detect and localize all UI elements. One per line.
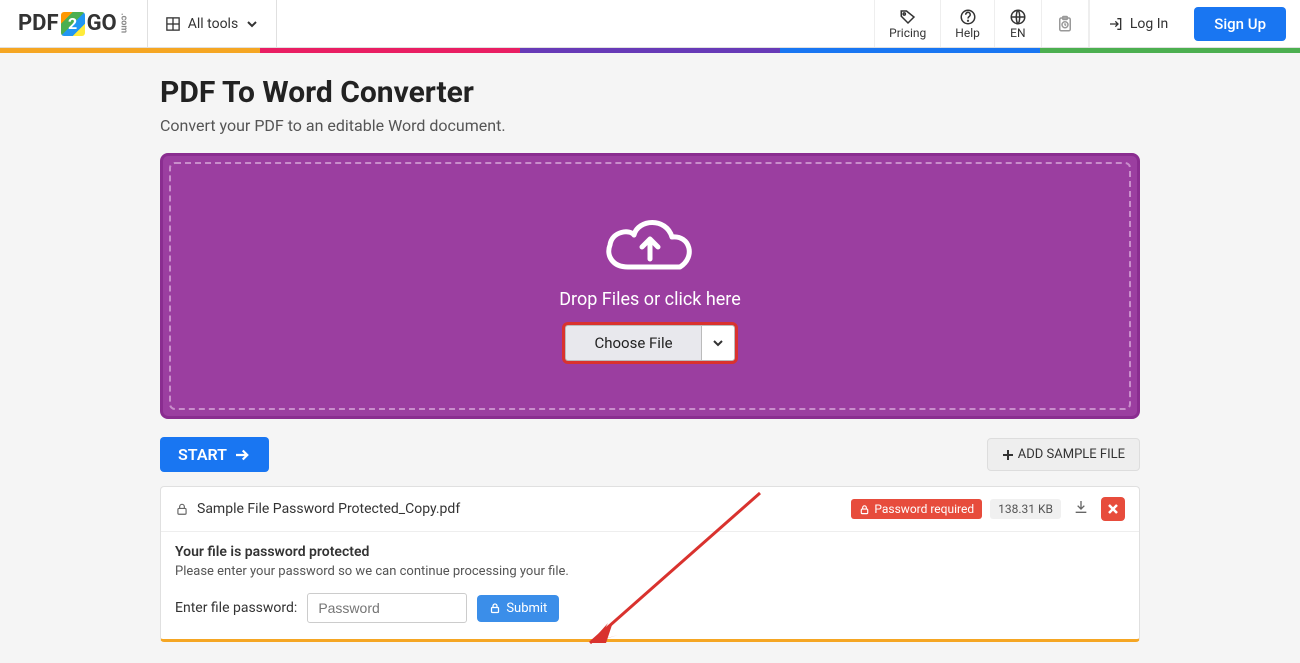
arrow-right-icon: [233, 446, 251, 464]
password-row: Enter file password: Submit: [175, 593, 1125, 623]
add-sample-button[interactable]: ADD SAMPLE FILE: [987, 438, 1140, 471]
password-title: Your file is password protected: [175, 544, 1125, 560]
chevron-down-icon: [246, 18, 258, 30]
help-icon: [959, 8, 977, 26]
plus-icon: [1002, 449, 1014, 461]
download-button[interactable]: [1069, 497, 1093, 521]
choose-file-wrap: Choose File: [562, 322, 737, 364]
file-card: Sample File Password Protected_Copy.pdf …: [160, 486, 1140, 642]
nav-language-label: EN: [1010, 26, 1025, 40]
login-icon: [1108, 16, 1124, 32]
dropzone-inner[interactable]: Drop Files or click here Choose File: [169, 162, 1131, 410]
page-title: PDF To Word Converter: [160, 75, 1140, 110]
file-row: Sample File Password Protected_Copy.pdf …: [161, 487, 1139, 532]
tag-icon: [899, 8, 917, 26]
download-icon: [1073, 499, 1089, 515]
password-label: Enter file password:: [175, 600, 297, 616]
password-required-label: Password required: [874, 502, 974, 516]
grid-icon: [166, 17, 180, 31]
password-required-badge: Password required: [851, 499, 982, 519]
logo-sub: .com: [119, 13, 129, 33]
file-size: 138.31 KB: [990, 499, 1061, 519]
drop-text: Drop Files or click here: [559, 289, 741, 310]
actions-row: START ADD SAMPLE FILE: [160, 437, 1140, 472]
login-label: Log In: [1130, 16, 1168, 32]
start-button[interactable]: START: [160, 437, 269, 472]
delete-button[interactable]: [1101, 497, 1125, 521]
password-desc: Please enter your password so we can con…: [175, 564, 1125, 579]
login-button[interactable]: Log In: [1089, 0, 1186, 47]
signup-button[interactable]: Sign Up: [1194, 7, 1286, 41]
lock-icon: [859, 504, 870, 515]
choose-file-button[interactable]: Choose File: [565, 325, 700, 361]
nav-pricing-label: Pricing: [889, 26, 926, 40]
choose-file-label: Choose File: [594, 334, 672, 352]
password-section: Your file is password protected Please e…: [161, 532, 1139, 639]
password-input[interactable]: [307, 593, 467, 623]
nav-history[interactable]: [1041, 0, 1089, 47]
globe-icon: [1009, 8, 1027, 26]
logo[interactable]: PDF 2 GO .com: [0, 0, 148, 47]
nav-pricing[interactable]: Pricing: [874, 0, 940, 47]
main-container: PDF To Word Converter Convert your PDF t…: [160, 53, 1140, 642]
all-tools-label: All tools: [188, 16, 238, 32]
file-name: Sample File Password Protected_Copy.pdf: [197, 501, 843, 517]
all-tools-button[interactable]: All tools: [148, 0, 277, 47]
signup-label: Sign Up: [1214, 15, 1266, 33]
start-label: START: [178, 445, 227, 464]
dropzone[interactable]: Drop Files or click here Choose File: [160, 153, 1140, 419]
submit-button[interactable]: Submit: [477, 595, 559, 622]
header: PDF 2 GO .com All tools Pricing Help EN …: [0, 0, 1300, 48]
add-sample-label: ADD SAMPLE FILE: [1018, 447, 1125, 462]
logo-text-left: PDF: [18, 11, 59, 36]
submit-label: Submit: [506, 601, 547, 616]
clipboard-clock-icon: [1056, 15, 1074, 33]
lock-icon: [175, 502, 189, 516]
lock-icon: [489, 602, 501, 614]
nav-help-label: Help: [955, 26, 980, 40]
cloud-upload-icon: [600, 209, 700, 279]
page-subtitle: Convert your PDF to an editable Word doc…: [160, 116, 1140, 135]
nav-language[interactable]: EN: [994, 0, 1041, 47]
chevron-down-icon: [712, 337, 724, 349]
logo-square: 2: [61, 12, 85, 36]
close-icon: [1107, 503, 1119, 515]
logo-text-right: GO: [87, 11, 117, 36]
choose-file-dropdown[interactable]: [701, 325, 735, 361]
nav-help[interactable]: Help: [940, 0, 994, 47]
